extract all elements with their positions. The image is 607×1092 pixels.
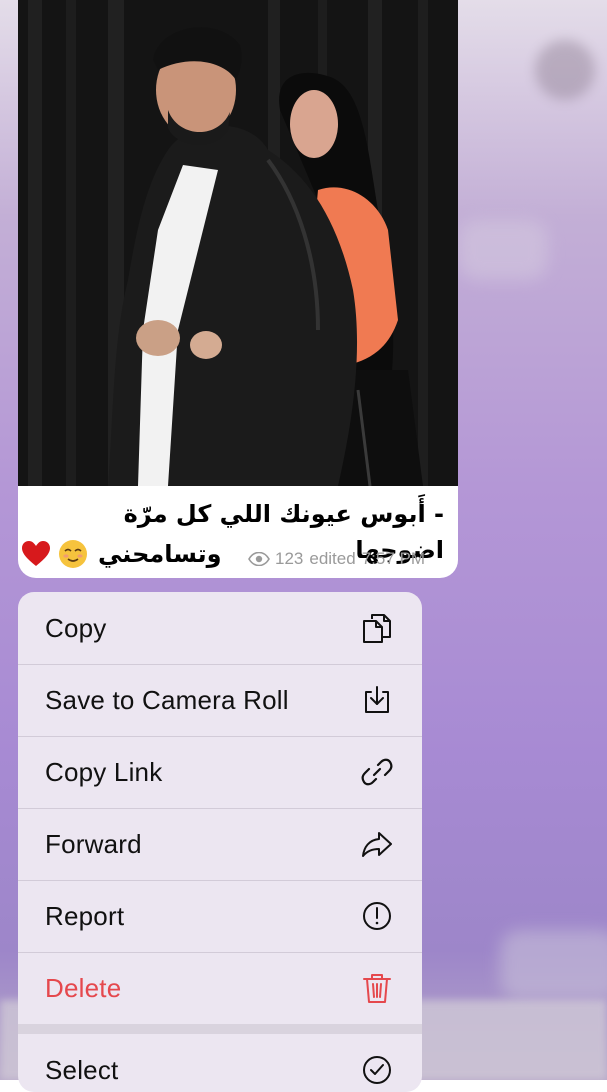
menu-item-select[interactable]: Select [18,1034,422,1092]
red-heart-emoji-icon [22,541,50,566]
report-icon [360,899,394,933]
blurred-element [458,220,548,280]
edited-label: edited [309,549,356,568]
menu-item-label: Forward [45,828,142,859]
message-caption-line2: وتسامحني [98,540,222,568]
message-photo[interactable] [18,0,458,486]
menu-item-label: Copy [45,612,107,643]
check-circle-icon [360,1053,394,1087]
menu-item-copy-link[interactable]: Copy Link [18,736,422,808]
menu-section-gap [18,1024,422,1034]
menu-item-label: Report [45,900,125,931]
menu-item-copy[interactable]: Copy [18,592,422,664]
menu-item-label: Save to Camera Roll [45,684,289,715]
menu-item-save-to-camera-roll[interactable]: Save to Camera Roll [18,664,422,736]
trash-icon [360,971,394,1005]
blurred-element [500,930,607,1000]
blurred-avatar [535,40,595,100]
download-icon [360,683,394,717]
menu-item-forward[interactable]: Forward [18,808,422,880]
message-bubble[interactable]: - أَبوس عيونك اللي كل مرّة اضوجها [18,0,458,578]
menu-item-label: Select [45,1054,119,1085]
message-meta: 123 edited 7:57 PM [248,548,425,570]
link-icon [360,755,394,789]
menu-item-label: Copy Link [45,756,163,787]
menu-item-report[interactable]: Report [18,880,422,952]
context-menu: Copy Save to Camera Roll Copy Link Forwa… [18,592,422,1092]
forward-icon [360,827,394,861]
view-count: 123 [275,549,304,568]
eye-icon [248,552,270,566]
menu-item-delete[interactable]: Delete [18,952,422,1024]
message-time: 7:57 PM [361,549,426,568]
copy-icon [360,611,394,645]
menu-item-label: Delete [45,972,122,1003]
relieved-face-emoji-icon [59,540,87,568]
